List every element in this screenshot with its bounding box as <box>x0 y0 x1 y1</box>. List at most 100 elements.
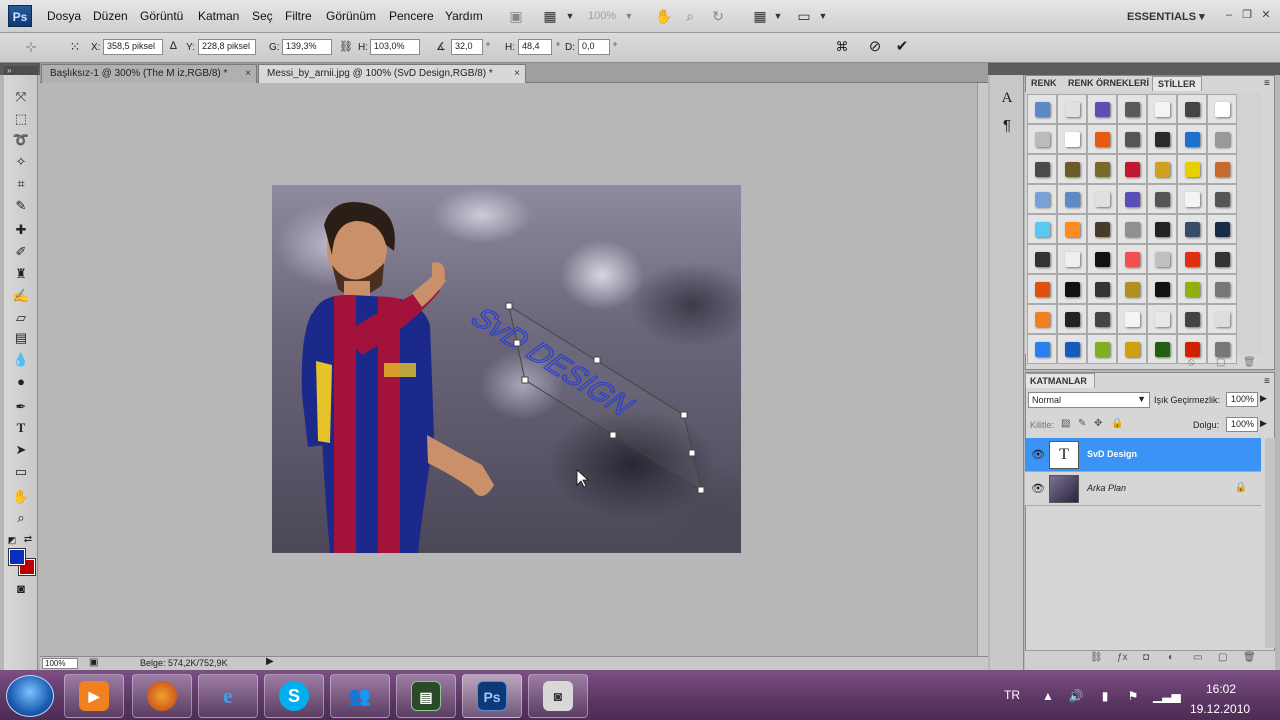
transform-handle[interactable] <box>680 411 688 419</box>
pen-tool-icon[interactable]: ✒ <box>10 397 32 417</box>
lock-all-icon[interactable]: 🔒 <box>1111 418 1123 429</box>
volume-icon[interactable]: 🔊 <box>1068 688 1084 704</box>
style-preset[interactable] <box>1117 334 1147 364</box>
eye-icon[interactable]: 👁 <box>1031 482 1045 496</box>
screen-mode-icon[interactable]: ▭ <box>795 7 813 25</box>
trash-icon[interactable]: 🗑 <box>1243 652 1256 663</box>
status-arrow-icon[interactable]: ▶ <box>266 656 274 667</box>
crop-tool-icon[interactable]: ⌗ <box>10 174 32 194</box>
reference-point-icon[interactable]: ⁙ <box>66 38 84 56</box>
opacity-field[interactable]: 100% <box>1226 392 1258 407</box>
taskbar-media-player[interactable]: ▶ <box>64 674 124 718</box>
style-preset[interactable] <box>1057 304 1087 334</box>
new-group-icon[interactable]: ▭ <box>1193 652 1202 663</box>
style-preset[interactable] <box>1147 274 1177 304</box>
arrange-documents-icon[interactable]: ▦ <box>751 7 769 25</box>
style-preset[interactable] <box>1147 184 1177 214</box>
style-preset[interactable] <box>1117 184 1147 214</box>
layers-scrollbar[interactable] <box>1265 438 1275 648</box>
style-preset[interactable] <box>1207 154 1237 184</box>
style-preset[interactable] <box>1177 154 1207 184</box>
healing-brush-tool-icon[interactable]: ✚ <box>10 220 32 240</box>
taskbar-messenger[interactable]: 👥 <box>330 674 390 718</box>
layer-style-icon[interactable]: ƒx <box>1117 652 1128 663</box>
style-preset[interactable] <box>1057 274 1087 304</box>
dodge-tool-icon[interactable]: ● <box>10 372 32 392</box>
style-preset[interactable] <box>1177 304 1207 334</box>
menu-sec[interactable]: Seç <box>252 9 273 23</box>
chevron-down-icon[interactable]: ▼ <box>769 7 787 25</box>
paragraph-panel-icon[interactable]: ¶ <box>997 116 1017 136</box>
style-preset[interactable] <box>1087 94 1117 124</box>
eye-icon[interactable]: 👁 <box>1031 448 1045 462</box>
quick-selection-tool-icon[interactable]: ✧ <box>10 152 32 172</box>
style-preset[interactable] <box>1147 94 1177 124</box>
history-brush-tool-icon[interactable]: ✍ <box>10 286 32 306</box>
style-preset[interactable] <box>1057 124 1087 154</box>
clone-stamp-tool-icon[interactable]: ♜ <box>10 264 32 284</box>
style-preset[interactable] <box>1177 124 1207 154</box>
adjustment-layer-icon[interactable]: ◐ <box>1168 652 1174 663</box>
style-preset[interactable] <box>1087 154 1117 184</box>
style-preset[interactable] <box>1177 274 1207 304</box>
shape-tool-icon[interactable]: ▭ <box>10 462 32 482</box>
transform-handle[interactable] <box>609 431 617 439</box>
height-field[interactable]: 103,0% <box>370 39 420 55</box>
close-icon[interactable]: × <box>514 68 520 79</box>
cancel-transform-icon[interactable]: ⊘ <box>866 38 884 56</box>
new-style-icon[interactable]: ▢ <box>1216 357 1225 368</box>
style-preset[interactable] <box>1117 244 1147 274</box>
vertical-scrollbar[interactable] <box>977 83 988 656</box>
style-preset[interactable] <box>1027 184 1057 214</box>
swap-colors-icon[interactable]: ⇄ <box>22 530 34 550</box>
style-preset[interactable] <box>1147 304 1177 334</box>
style-preset[interactable] <box>1087 244 1117 274</box>
menu-goruntu[interactable]: Görüntü <box>140 9 183 23</box>
new-layer-icon[interactable]: ▢ <box>1218 652 1227 663</box>
style-preset[interactable] <box>1057 244 1087 274</box>
workspace-switcher[interactable]: ESSENTIALS ▾ <box>1127 10 1205 23</box>
style-preset[interactable] <box>1147 124 1177 154</box>
style-preset[interactable] <box>1207 274 1237 304</box>
style-preset[interactable] <box>1057 214 1087 244</box>
layers-panel-title[interactable]: KATMANLAR <box>1025 373 1095 388</box>
style-preset[interactable] <box>1207 214 1237 244</box>
style-preset[interactable] <box>1117 214 1147 244</box>
style-preset[interactable] <box>1207 124 1237 154</box>
toolbox-collapse-icon[interactable]: » <box>4 66 38 75</box>
menu-pencere[interactable]: Pencere <box>389 9 434 23</box>
style-preset[interactable] <box>1087 274 1117 304</box>
default-colors-icon[interactable]: ◩ <box>6 530 18 550</box>
foreground-color-swatch[interactable] <box>8 548 26 566</box>
style-preset[interactable] <box>1027 214 1057 244</box>
network-signal-icon[interactable]: ▁▃▅ <box>1153 688 1181 704</box>
h-skew-field[interactable]: 48,4 <box>518 39 552 55</box>
style-preset[interactable] <box>1087 304 1117 334</box>
transform-handle[interactable] <box>513 339 521 347</box>
minimize-button[interactable]: – <box>1222 8 1236 22</box>
menu-duzen[interactable]: Düzen <box>93 9 128 23</box>
blend-mode-select[interactable]: Normal ▼ <box>1028 392 1150 408</box>
taskbar-photoshop[interactable]: Ps <box>462 674 522 718</box>
angle-field[interactable]: 32,0 <box>451 39 483 55</box>
style-preset[interactable] <box>1117 304 1147 334</box>
style-preset[interactable] <box>1057 334 1087 364</box>
style-preset[interactable] <box>1177 184 1207 214</box>
style-preset[interactable] <box>1117 94 1147 124</box>
layer-row-svd-design[interactable]: 👁 T SvD Design <box>1025 438 1261 472</box>
lasso-tool-icon[interactable]: ➰ <box>10 130 32 150</box>
layer-row-arka-plan[interactable]: 👁 Arka Plan 🔒 <box>1025 472 1261 506</box>
tab-messi-jpg[interactable]: Messi_by_arnii.jpg @ 100% (SvD Design,RG… <box>258 64 526 83</box>
width-field[interactable]: 139,3% <box>282 39 332 55</box>
style-preset[interactable] <box>1057 154 1087 184</box>
style-preset[interactable] <box>1207 244 1237 274</box>
style-preset[interactable] <box>1027 244 1057 274</box>
style-preset[interactable] <box>1027 94 1057 124</box>
blur-tool-icon[interactable]: 💧 <box>10 350 32 370</box>
transform-handle[interactable] <box>697 486 705 494</box>
style-preset[interactable] <box>1117 124 1147 154</box>
style-preset[interactable] <box>1027 124 1057 154</box>
layer-name[interactable]: SvD Design <box>1087 449 1137 459</box>
taskbar-firefox[interactable] <box>132 674 192 718</box>
layer-mask-icon[interactable]: ◘ <box>1143 652 1149 663</box>
